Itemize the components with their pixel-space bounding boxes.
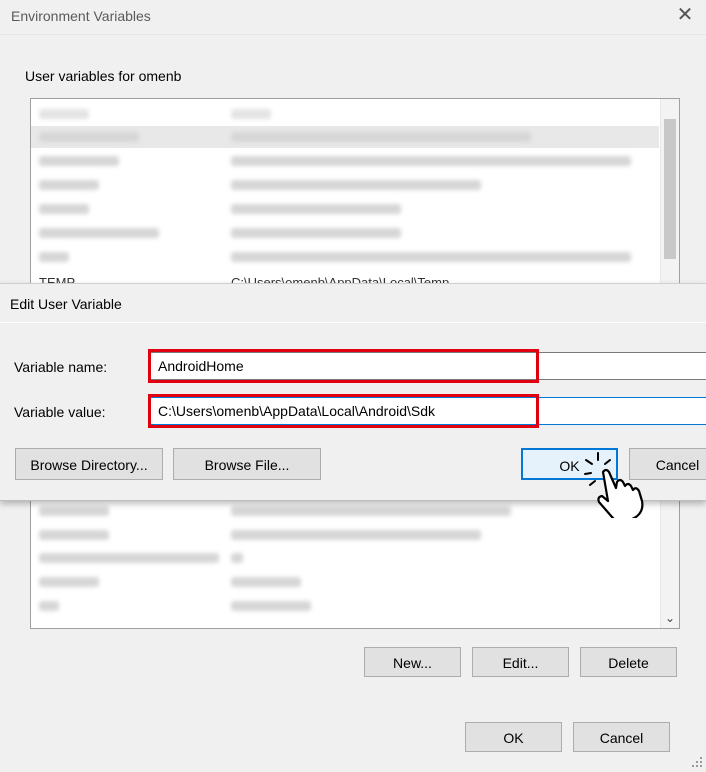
title-divider: [0, 34, 706, 35]
delete-variable-button[interactable]: Delete: [580, 647, 677, 677]
browse-directory-button[interactable]: Browse Directory...: [15, 448, 163, 480]
hand-pointer-icon: [583, 448, 653, 523]
new-variable-button[interactable]: New...: [364, 647, 461, 677]
scrollbar[interactable]: ⌄: [660, 496, 679, 628]
variable-name-label: Variable name:: [14, 359, 108, 375]
env-ok-button[interactable]: OK: [465, 722, 562, 752]
chevron-down-icon[interactable]: ⌄: [664, 612, 676, 624]
window-title: Environment Variables: [11, 8, 151, 24]
close-icon[interactable]: ✕: [676, 5, 694, 25]
edit-variable-button[interactable]: Edit...: [472, 647, 569, 677]
dialog-title: Edit User Variable: [10, 296, 122, 312]
scrollbar[interactable]: [660, 99, 679, 289]
browse-file-button[interactable]: Browse File...: [173, 448, 321, 480]
resize-grip-icon[interactable]: [690, 755, 704, 769]
value-field-highlight: [148, 394, 539, 428]
dialog-title-divider: [0, 322, 706, 323]
user-variables-list[interactable]: TEMP C:\Users\omenb\AppData\Local\Temp: [30, 98, 680, 290]
variable-value-label: Variable value:: [14, 404, 106, 420]
user-variables-group-label: User variables for omenb: [25, 68, 182, 84]
scrollbar-thumb[interactable]: [664, 119, 676, 259]
env-cancel-button[interactable]: Cancel: [573, 722, 670, 752]
name-field-highlight: [148, 349, 539, 383]
